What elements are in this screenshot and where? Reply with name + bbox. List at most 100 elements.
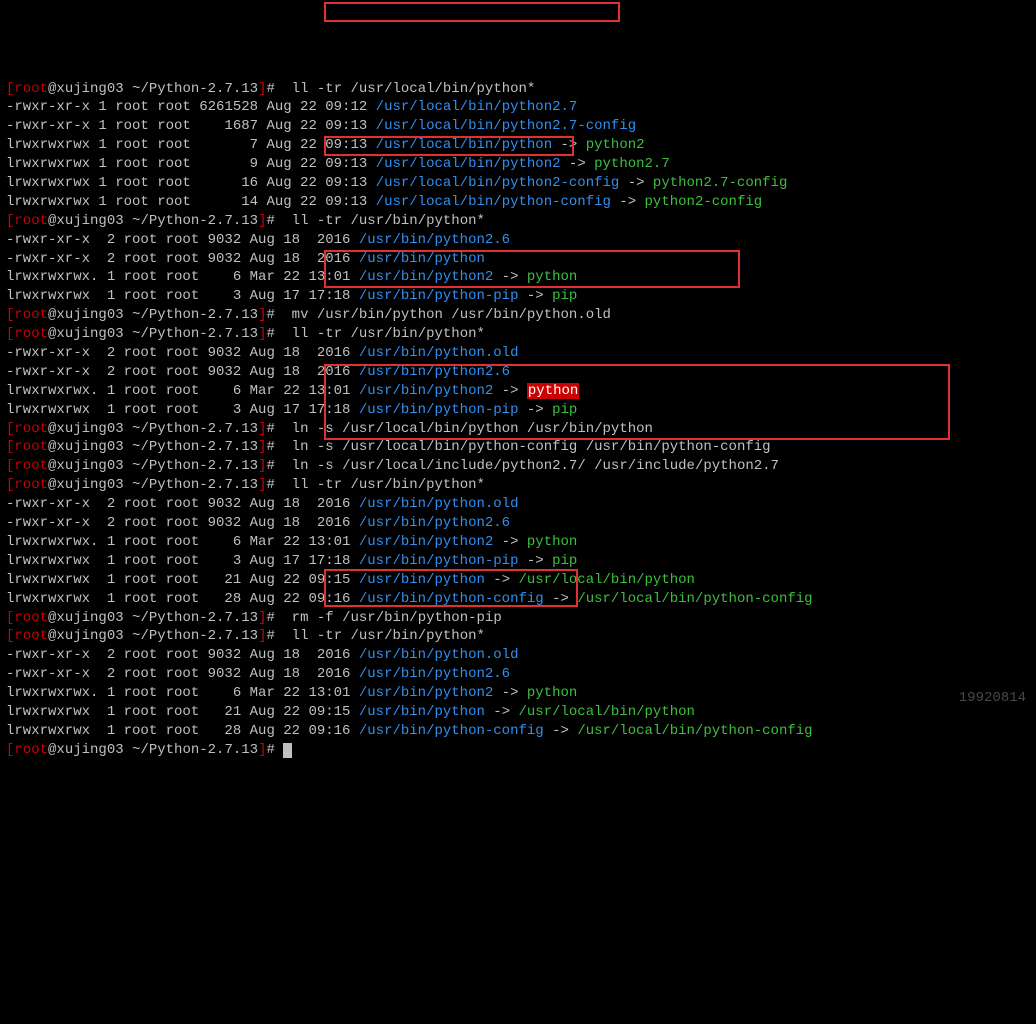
prompt-hash: #: [266, 742, 283, 758]
symlink-target: /usr/local/bin/python: [519, 572, 695, 588]
symlink-arrow: ->: [519, 288, 553, 304]
file-path: /usr/bin/python2.6: [359, 364, 510, 380]
prompt-path: ~/Python-2.7.13: [124, 326, 258, 342]
file-perms: lrwxrwxrwx. 1 root root 6 Mar 22 13:01: [6, 383, 359, 399]
symlink-arrow: ->: [611, 194, 645, 210]
prompt-host: xujing03: [56, 742, 123, 758]
file-perms: lrwxrwxrwx. 1 root root 6 Mar 22 13:01: [6, 685, 359, 701]
command-line[interactable]: [root@xujing03 ~/Python-2.7.13]# ln -s /…: [6, 457, 1030, 476]
ls-row: lrwxrwxrwx 1 root root 16 Aug 22 09:13 /…: [6, 174, 1030, 193]
prompt-path: ~/Python-2.7.13: [124, 458, 258, 474]
command-line[interactable]: [root@xujing03 ~/Python-2.7.13]# ll -tr …: [6, 325, 1030, 344]
command-line[interactable]: [root@xujing03 ~/Python-2.7.13]# ln -s /…: [6, 438, 1030, 457]
ls-row: lrwxrwxrwx. 1 root root 6 Mar 22 13:01 /…: [6, 268, 1030, 287]
symlink-arrow: ->: [561, 156, 595, 172]
symlink-arrow: ->: [544, 591, 578, 607]
file-perms: lrwxrwxrwx 1 root root 3 Aug 17 17:18: [6, 402, 359, 418]
prompt-host: xujing03: [56, 326, 123, 342]
command-line[interactable]: [root@xujing03 ~/Python-2.7.13]# mv /usr…: [6, 306, 1030, 325]
symlink-arrow: ->: [493, 383, 527, 399]
file-path: /usr/bin/python: [359, 572, 485, 588]
file-path: /usr/local/bin/python-config: [376, 194, 611, 210]
file-perms: -rwxr-xr-x 2 root root 9032 Aug 18 2016: [6, 496, 359, 512]
prompt-path: ~/Python-2.7.13: [124, 439, 258, 455]
symlink-target: /usr/local/bin/python-config: [577, 591, 812, 607]
prompt-host: xujing03: [56, 439, 123, 455]
symlink-target: python2-config: [645, 194, 763, 210]
command-line[interactable]: [root@xujing03 ~/Python-2.7.13]# ll -tr …: [6, 627, 1030, 646]
file-path: /usr/bin/python2.6: [359, 515, 510, 531]
file-perms: lrwxrwxrwx 1 root root 16 Aug 22 09:13: [6, 175, 376, 191]
prompt-user: root: [14, 477, 48, 493]
prompt-hash: #: [266, 213, 283, 229]
prompt-host: xujing03: [56, 307, 123, 323]
ls-row: lrwxrwxrwx 1 root root 21 Aug 22 09:15 /…: [6, 703, 1030, 722]
ls-row: -rwxr-xr-x 1 root root 6261528 Aug 22 09…: [6, 98, 1030, 117]
file-path: /usr/bin/python-config: [359, 591, 544, 607]
prompt-path: ~/Python-2.7.13: [124, 477, 258, 493]
file-path: /usr/bin/python: [359, 704, 485, 720]
prompt-user: root: [14, 421, 48, 437]
file-path: /usr/bin/python.old: [359, 496, 519, 512]
prompt-hash: #: [266, 458, 283, 474]
command-text: ll -tr /usr/bin/python*: [283, 326, 485, 342]
prompt-host: xujing03: [56, 610, 123, 626]
command-text: ln -s /usr/local/include/python2.7/ /usr…: [283, 458, 779, 474]
command-text: ln -s /usr/local/bin/python-config /usr/…: [283, 439, 770, 455]
file-perms: lrwxrwxrwx 1 root root 3 Aug 17 17:18: [6, 288, 359, 304]
prompt-bracket: ]: [258, 742, 266, 758]
prompt-user: root: [14, 307, 48, 323]
ls-row: lrwxrwxrwx 1 root root 3 Aug 17 17:18 /u…: [6, 401, 1030, 420]
ls-row: -rwxr-xr-x 2 root root 9032 Aug 18 2016 …: [6, 646, 1030, 665]
prompt-user: root: [14, 610, 48, 626]
prompt-path: ~/Python-2.7.13: [124, 628, 258, 644]
ls-row: lrwxrwxrwx 1 root root 14 Aug 22 09:13 /…: [6, 193, 1030, 212]
terminal-output: [root@xujing03 ~/Python-2.7.13]# ll -tr …: [6, 80, 1030, 760]
symlink-arrow: ->: [485, 704, 519, 720]
file-path: /usr/local/bin/python2.7-config: [376, 118, 636, 134]
ls-row: -rwxr-xr-x 2 root root 9032 Aug 18 2016 …: [6, 514, 1030, 533]
prompt-path: ~/Python-2.7.13: [124, 421, 258, 437]
command-text: rm -f /usr/bin/python-pip: [283, 610, 501, 626]
symlink-target: pip: [552, 553, 577, 569]
prompt-hash: #: [266, 421, 283, 437]
prompt-hash: #: [266, 307, 283, 323]
symlink-target: python: [527, 685, 577, 701]
ls-row: lrwxrwxrwx. 1 root root 6 Mar 22 13:01 /…: [6, 382, 1030, 401]
command-line[interactable]: [root@xujing03 ~/Python-2.7.13]# ll -tr …: [6, 80, 1030, 99]
command-line[interactable]: [root@xujing03 ~/Python-2.7.13]# ll -tr …: [6, 476, 1030, 495]
prompt-hash: #: [266, 439, 283, 455]
prompt-host: xujing03: [56, 628, 123, 644]
file-perms: lrwxrwxrwx. 1 root root 6 Mar 22 13:01: [6, 534, 359, 550]
file-perms: lrwxrwxrwx 1 root root 7 Aug 22 09:13: [6, 137, 376, 153]
prompt-user: root: [14, 439, 48, 455]
command-line[interactable]: [root@xujing03 ~/Python-2.7.13]# ln -s /…: [6, 420, 1030, 439]
file-path: /usr/local/bin/python2.7: [376, 99, 578, 115]
file-path: /usr/bin/python2: [359, 269, 493, 285]
highlight-box: [324, 2, 620, 22]
symlink-arrow: ->: [519, 553, 553, 569]
prompt-hash: #: [266, 610, 283, 626]
file-path: /usr/local/bin/python: [376, 137, 552, 153]
command-text: ll -tr /usr/local/bin/python*: [283, 81, 535, 97]
command-line[interactable]: [root@xujing03 ~/Python-2.7.13]# rm -f /…: [6, 609, 1030, 628]
symlink-arrow: ->: [493, 685, 527, 701]
file-path: /usr/bin/python-config: [359, 723, 544, 739]
ls-row: -rwxr-xr-x 2 root root 9032 Aug 18 2016 …: [6, 250, 1030, 269]
prompt-path: ~/Python-2.7.13: [124, 81, 258, 97]
ls-row: lrwxrwxrwx 1 root root 28 Aug 22 09:16 /…: [6, 590, 1030, 609]
prompt-at: @: [48, 742, 56, 758]
ls-row: lrwxrwxrwx. 1 root root 6 Mar 22 13:01 /…: [6, 533, 1030, 552]
file-path: /usr/bin/python2.6: [359, 666, 510, 682]
file-perms: lrwxrwxrwx 1 root root 21 Aug 22 09:15: [6, 704, 359, 720]
ls-row: lrwxrwxrwx. 1 root root 6 Mar 22 13:01 /…: [6, 684, 1030, 703]
prompt-path: ~/Python-2.7.13: [124, 610, 258, 626]
file-path: /usr/bin/python-pip: [359, 402, 519, 418]
command-text: ll -tr /usr/bin/python*: [283, 477, 485, 493]
command-line[interactable]: [root@xujing03 ~/Python-2.7.13]# ll -tr …: [6, 212, 1030, 231]
file-perms: -rwxr-xr-x 2 root root 9032 Aug 18 2016: [6, 515, 359, 531]
file-perms: -rwxr-xr-x 2 root root 9032 Aug 18 2016: [6, 647, 359, 663]
command-line[interactable]: [root@xujing03 ~/Python-2.7.13]#: [6, 741, 1030, 760]
command-text: mv /usr/bin/python /usr/bin/python.old: [283, 307, 611, 323]
file-perms: lrwxrwxrwx 1 root root 28 Aug 22 09:16: [6, 591, 359, 607]
